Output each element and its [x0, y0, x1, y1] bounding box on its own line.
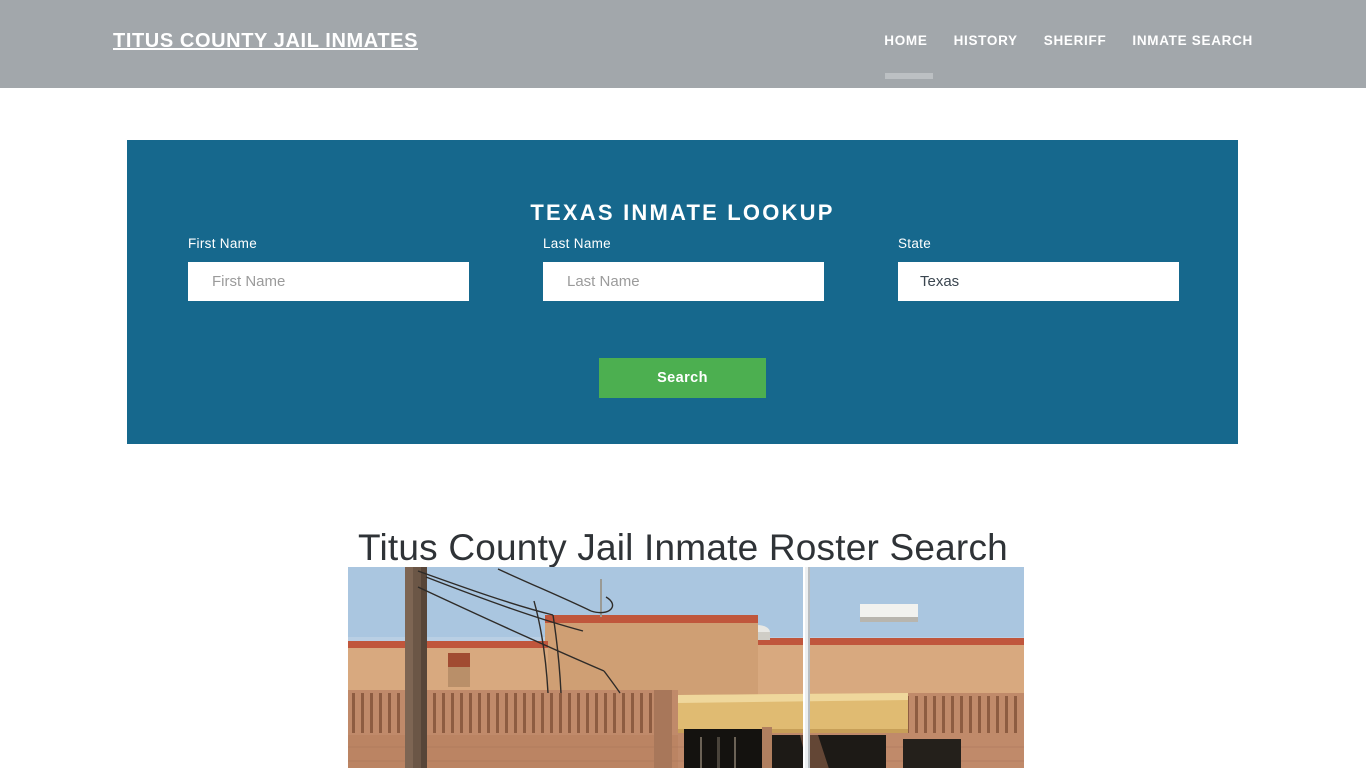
- state-select[interactable]: Texas: [898, 262, 1179, 301]
- site-header: TITUS COUNTY JAIL INMATES HOME HISTORY S…: [0, 0, 1366, 88]
- lookup-panel-title: TEXAS INMATE LOOKUP: [530, 200, 835, 226]
- nav-active-indicator: [885, 73, 934, 79]
- inmate-lookup-panel: TEXAS INMATE LOOKUP First Name Last Name…: [127, 140, 1238, 444]
- nav-item-home[interactable]: HOME: [884, 33, 934, 79]
- last-name-input[interactable]: [543, 262, 824, 301]
- nav-item-inmate-search-label: INMATE SEARCH: [1132, 33, 1253, 48]
- nav-item-sheriff[interactable]: SHERIFF: [1044, 33, 1107, 48]
- search-button[interactable]: Search: [599, 358, 766, 398]
- last-name-label: Last Name: [543, 236, 611, 251]
- facility-photo: TUS COUNTY ERIFFS OFFICE: [348, 567, 1024, 768]
- nav-item-sheriff-label: SHERIFF: [1043, 33, 1107, 48]
- nav-item-history-label: HISTORY: [953, 33, 1018, 48]
- state-label: State: [898, 236, 932, 251]
- first-name-input[interactable]: [188, 262, 469, 301]
- nav-item-home-label: HOME: [884, 33, 928, 48]
- site-brand-logo[interactable]: TITUS COUNTY JAIL INMATES: [113, 30, 418, 53]
- last-name-field-group: Last Name: [543, 236, 824, 301]
- main-navigation: HOME HISTORY SHERIFF INMATE SEARCH: [884, 33, 1253, 79]
- first-name-field-group: First Name: [188, 236, 469, 301]
- facility-photo-illustration: TUS COUNTY ERIFFS OFFICE: [348, 567, 1024, 768]
- nav-item-inmate-search[interactable]: INMATE SEARCH: [1132, 33, 1253, 48]
- state-field-group: State Texas: [898, 236, 1179, 301]
- page-title: Titus County Jail Inmate Roster Search: [358, 526, 1008, 568]
- nav-item-history[interactable]: HISTORY: [954, 33, 1018, 48]
- first-name-label: First Name: [188, 236, 258, 251]
